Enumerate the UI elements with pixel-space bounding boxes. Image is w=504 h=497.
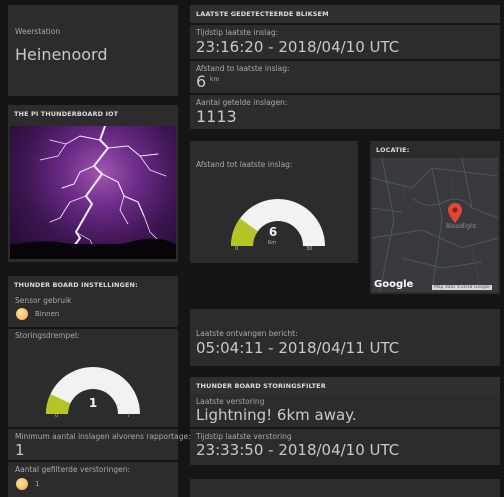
- disturbance-time-row: Tijdstip laatste verstoring 23:33:50 - 2…: [190, 429, 500, 465]
- lightning-header: LAATSTE GEDETECTEERDE BLIKSEM: [190, 5, 500, 23]
- distance-gauge-value: 6: [268, 225, 278, 239]
- station-label: Weerstation: [15, 27, 61, 36]
- last-disturbance-row: Laatste verstoring Lightning! 6km away.: [190, 394, 500, 427]
- threshold-gauge-value: 1: [88, 396, 98, 410]
- last-message-label: Laatste ontvangen bericht:: [196, 329, 298, 338]
- distance-gauge-max: 30: [306, 246, 313, 252]
- distance-label: Afstand to laatste inslag:: [196, 64, 290, 73]
- map-pin-icon[interactable]: [448, 203, 462, 223]
- station-panel: Weerstation Heinenoord: [8, 5, 178, 96]
- iot-header: THE PI THUNDERBOARD IOT: [8, 105, 178, 122]
- last-message-panel: Laatste ontvangen bericht: 05:04:11 - 20…: [190, 309, 500, 366]
- last-message-value: 05:04:11 - 2018/04/11 UTC: [196, 339, 400, 357]
- count-value: 1113: [196, 107, 237, 126]
- min-strikes-label: Minimum aantal inslagen alvorens rapport…: [15, 432, 191, 441]
- distance-gauge-panel: Afstand tot laatste inslag: 6 Km 0 30: [190, 141, 358, 263]
- lightning-bolt-icon: [10, 126, 176, 259]
- filtered-row: Aantal gefilterde verstoringen: 1: [8, 462, 178, 497]
- settings-header: THUNDER BOARD INSTELLINGEN:: [8, 276, 178, 293]
- min-strikes-row: Minimum aantal inslagen alvorens rapport…: [8, 429, 191, 460]
- disturbance-time-value: 23:33:50 - 2018/04/10 UTC: [196, 441, 400, 459]
- google-logo: Google: [374, 279, 414, 290]
- filtered-indicator-icon: [16, 478, 28, 490]
- filtered-value: 1: [35, 480, 40, 488]
- last-strike-row: Tijdstip laatste inslag: 23:16:20 - 2018…: [190, 25, 500, 59]
- distance-unit: km: [210, 76, 220, 83]
- distance-value: 6: [196, 72, 207, 91]
- sensor-row: Sensor gebruik Binnen: [8, 293, 178, 327]
- disturbance-time-label: Tijdstip laatste verstoring: [196, 432, 292, 441]
- map-place-label: Bloodlight: [446, 223, 477, 230]
- sensor-label: Sensor gebruik: [15, 296, 72, 305]
- iot-panel: THE PI THUNDERBOARD IOT: [8, 105, 178, 262]
- last-strike-value: 23:16:20 - 2018/04/10 UTC: [196, 38, 400, 56]
- location-header: LOCATIE:: [370, 141, 500, 158]
- sensor-value: Binnen: [35, 310, 60, 318]
- station-name: Heinenoord: [15, 45, 108, 64]
- distance-row: Afstand to laatste inslag: 6 km: [190, 61, 500, 93]
- sensor-indicator-icon: [16, 308, 28, 320]
- filtered-label: Aantal gefilterde verstoringen:: [15, 465, 131, 474]
- threshold-gauge-max: 7: [127, 413, 131, 419]
- bottom-panel: [190, 479, 500, 497]
- count-label: Aantal getelde inslagen:: [196, 98, 288, 107]
- map-data-credit[interactable]: Map data ©2018 Google: [432, 285, 492, 290]
- last-strike-label: Tijdstip laatste inslag:: [196, 28, 279, 37]
- map-roads-icon: [372, 158, 498, 292]
- threshold-label: Storingsdrempel:: [15, 331, 80, 340]
- threshold-row: Storingsdrempel: 1 0 7: [8, 329, 178, 427]
- min-strikes-value: 1: [15, 441, 25, 459]
- last-disturbance-value: Lightning! 6km away.: [196, 406, 357, 424]
- distance-gauge-label: Afstand tot laatste inslag:: [196, 160, 293, 169]
- settings-panel: THUNDER BOARD INSTELLINGEN: Sensor gebru…: [8, 276, 191, 497]
- lightning-image: [10, 126, 176, 259]
- count-row: Aantal getelde inslagen: 1113: [190, 95, 500, 129]
- map[interactable]: Bloodlight Google Map data ©2018 Google: [372, 158, 498, 292]
- disturbance-header: THUNDER BOARD STORINGSFILTER: [190, 377, 500, 394]
- location-panel: LOCATIE: Bloodlight Google Map data ©201…: [370, 141, 500, 294]
- distance-gauge-unit: Km: [268, 240, 277, 246]
- distance-gauge: [231, 199, 325, 246]
- lightning-panel: LAATSTE GEDETECTEERDE BLIKSEM Tijdstip l…: [190, 5, 500, 131]
- last-disturbance-label: Laatste verstoring: [196, 397, 265, 406]
- distance-gauge-min: 0: [235, 246, 239, 252]
- threshold-gauge-min: 0: [55, 413, 59, 419]
- disturbance-panel: THUNDER BOARD STORINGSFILTER Laatste ver…: [190, 377, 500, 465]
